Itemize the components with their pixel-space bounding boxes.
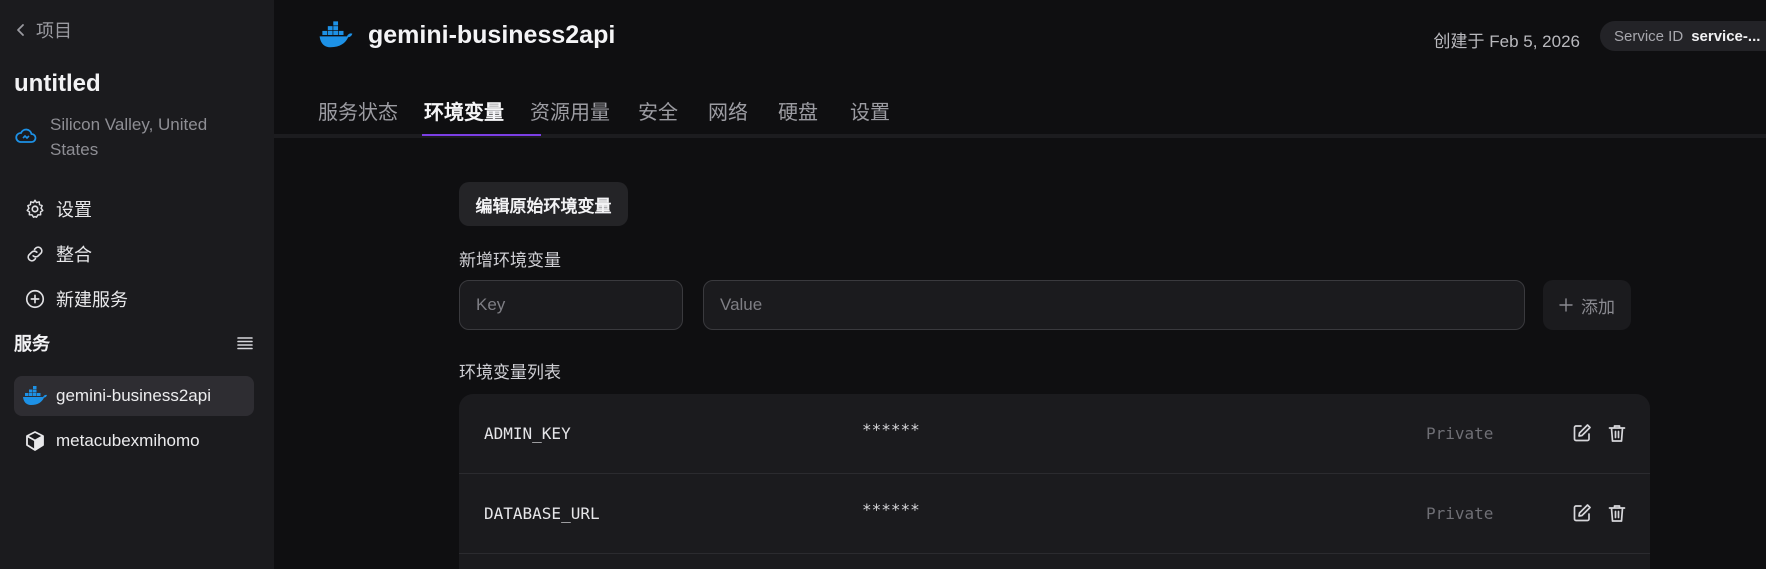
tab-disk[interactable]: 硬盘 [764, 96, 832, 138]
docker-icon [319, 21, 353, 48]
service-list: gemini-business2api metacubexmihomo [14, 376, 254, 466]
tab-settings[interactable]: 设置 [836, 96, 904, 138]
service-id-label: Service ID [1614, 27, 1684, 45]
back-link-label: 项目 [36, 21, 72, 41]
service-title: gemini-business2api [368, 21, 616, 49]
env-key: ADMIN_KEY [484, 424, 571, 443]
edit-icon[interactable] [1571, 422, 1593, 444]
app-root: 项目 untitled Silicon Valley, United State… [0, 0, 1766, 569]
env-visibility: Private [1426, 424, 1494, 443]
chevron-left-icon [17, 24, 24, 36]
cloud-icon [15, 128, 37, 143]
env-list-heading: 环境变量列表 [459, 363, 561, 382]
plus-icon [1559, 298, 1573, 312]
sidebar: 项目 untitled Silicon Valley, United State… [0, 0, 274, 569]
add-env-heading: 新增环境变量 [459, 251, 561, 270]
trash-icon[interactable] [1606, 422, 1628, 444]
services-header: 服务 [14, 330, 254, 356]
back-to-projects-link[interactable]: 项目 [14, 17, 72, 43]
sidebar-item-settings[interactable]: 设置 [14, 186, 254, 231]
service-id-badge[interactable]: Service ID service-... [1600, 21, 1766, 51]
gear-icon [26, 199, 44, 218]
plus-circle-icon [25, 289, 45, 308]
tab-resource-usage[interactable]: 资源用量 [516, 96, 624, 138]
env-row: ADMIN_KEY ****** Private [459, 394, 1650, 474]
env-value: ****** [862, 500, 920, 519]
tab-bar: 服务状态 环境变量 资源用量 安全 网络 硬盘 设置 [274, 86, 1766, 138]
service-item-gemini-business2api[interactable]: gemini-business2api [14, 376, 254, 416]
edit-raw-env-button[interactable]: 编辑原始环境变量 [459, 182, 628, 226]
env-key-input[interactable] [459, 280, 683, 330]
project-title: untitled [14, 70, 101, 97]
add-env-button[interactable]: 添加 [1543, 280, 1631, 330]
sidebar-item-integrations[interactable]: 整合 [14, 231, 254, 276]
add-env-label: 添加 [1581, 297, 1615, 317]
env-value-input[interactable] [703, 280, 1525, 330]
tab-environment-variables[interactable]: 环境变量 [410, 96, 518, 138]
main-panel: gemini-business2api 创建于 Feb 5, 2026 Serv… [274, 0, 1766, 569]
service-item-label: gemini-business2api [56, 386, 211, 405]
tab-security[interactable]: 安全 [624, 96, 692, 138]
tab-service-status[interactable]: 服务状态 [304, 96, 412, 138]
services-heading: 服务 [14, 334, 50, 354]
trash-icon[interactable] [1606, 502, 1628, 524]
docker-icon [23, 386, 47, 405]
env-row: DATABASE_URL ****** Private [459, 474, 1650, 554]
list-menu-icon[interactable] [236, 334, 254, 352]
region-text: Silicon Valley, United States [50, 115, 208, 159]
env-visibility: Private [1426, 504, 1494, 523]
link-icon [27, 245, 43, 262]
service-item-metacubexmihomo[interactable]: metacubexmihomo [14, 421, 254, 461]
env-value: ****** [862, 420, 920, 439]
env-key: DATABASE_URL [484, 504, 600, 523]
service-header: gemini-business2api 创建于 Feb 5, 2026 Serv… [274, 0, 1766, 72]
edit-icon[interactable] [1571, 502, 1593, 524]
created-date: 创建于 Feb 5, 2026 [1433, 32, 1580, 51]
sidebar-nav: 设置 整合 新建服务 [14, 186, 254, 321]
env-variables-table: ADMIN_KEY ****** Private DATABASE_URL **… [459, 394, 1650, 569]
active-tab-indicator [422, 134, 541, 136]
project-region: Silicon Valley, United States [14, 112, 254, 162]
sidebar-item-new-service[interactable]: 新建服务 [14, 276, 254, 321]
sidebar-item-label: 新建服务 [56, 289, 128, 310]
tab-network[interactable]: 网络 [694, 96, 762, 138]
sidebar-item-label: 整合 [56, 244, 92, 265]
service-id-value: service-... [1691, 27, 1761, 45]
cube-icon [26, 431, 44, 451]
sidebar-item-label: 设置 [56, 199, 92, 220]
service-item-label: metacubexmihomo [56, 431, 200, 450]
